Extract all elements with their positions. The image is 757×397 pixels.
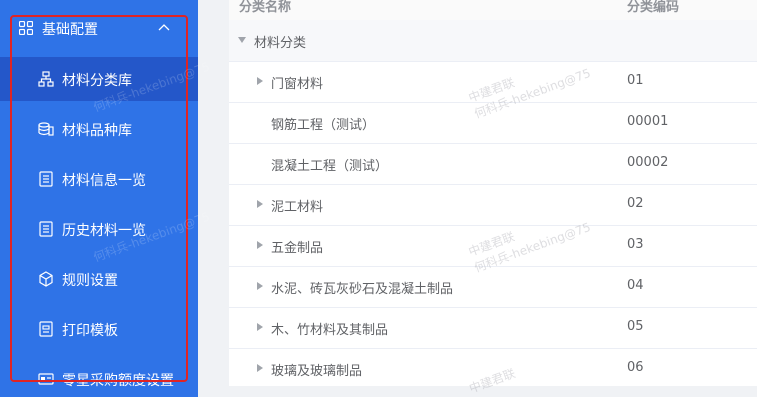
caret-right-icon[interactable]	[257, 77, 263, 85]
table-row[interactable]: 门窗材料 01	[229, 61, 757, 103]
table-row[interactable]: 五金制品 03	[229, 225, 757, 267]
caret-right-icon[interactable]	[257, 364, 263, 372]
table-header: 分类名称 分类编码	[229, 0, 757, 21]
category-name: 五金制品	[271, 241, 324, 256]
stack-icon	[38, 122, 54, 136]
sidebar: 基础配置 材料分类库 材料品种库 材料信息一览 历史材料一览 规则设置 打印模板…	[0, 0, 198, 397]
category-name: 混凝土工程（测试）	[271, 159, 389, 174]
caret-right-icon[interactable]	[257, 241, 263, 249]
caret-down-icon[interactable]	[238, 37, 246, 43]
category-code: 05	[627, 319, 644, 334]
category-table: 分类名称 分类编码 材料分类 门窗材料 01 钢筋工程（测试） 00001 混凝…	[229, 0, 757, 386]
sidebar-item-label: 材料信息一览	[62, 173, 146, 189]
category-name: 水泥、砖瓦灰砂石及混凝土制品	[271, 282, 454, 297]
cube-icon	[39, 271, 53, 287]
category-code: 06	[627, 360, 644, 375]
sidebar-item-print-template[interactable]: 打印模板	[0, 307, 198, 351]
sidebar-item-material-variety[interactable]: 材料品种库	[0, 107, 198, 151]
category-name: 木、竹材料及其制品	[271, 323, 389, 338]
column-header-code: 分类编码	[627, 0, 680, 15]
sidebar-item-material-category[interactable]: 材料分类库	[0, 57, 198, 101]
caret-right-icon[interactable]	[257, 282, 263, 290]
caret-right-icon[interactable]	[257, 200, 263, 208]
menu-group-basic-config[interactable]: 基础配置	[0, 10, 198, 48]
sidebar-item-label: 材料品种库	[62, 123, 132, 139]
table-row[interactable]: 水泥、砖瓦灰砂石及混凝土制品 04	[229, 266, 757, 308]
category-code: 00001	[627, 114, 669, 129]
category-code: 02	[627, 196, 644, 211]
category-name: 泥工材料	[271, 200, 324, 215]
sidebar-item-history-material[interactable]: 历史材料一览	[0, 207, 198, 251]
sidebar-item-label: 规则设置	[62, 273, 118, 289]
document-list-icon	[39, 221, 53, 237]
sidebar-item-label: 打印模板	[62, 323, 118, 339]
card-icon	[38, 373, 54, 385]
table-row[interactable]: 玻璃及玻璃制品 06	[229, 348, 757, 386]
column-header-name: 分类名称	[239, 0, 292, 15]
sidebar-item-label: 零星采购额度设置	[62, 373, 174, 389]
hierarchy-icon	[38, 71, 54, 87]
menu-group-label: 基础配置	[42, 22, 98, 38]
table-row[interactable]: 混凝土工程（测试） 00002	[229, 143, 757, 185]
category-code: 01	[627, 73, 644, 88]
category-name: 钢筋工程（测试）	[271, 118, 376, 133]
table-row[interactable]: 材料分类	[229, 20, 757, 62]
sidebar-item-rule-settings[interactable]: 规则设置	[0, 257, 198, 301]
sidebar-item-purchase-limit[interactable]: 零星采购额度设置	[0, 357, 198, 397]
chevron-up-icon[interactable]	[158, 22, 170, 32]
category-name: 材料分类	[254, 36, 307, 51]
document-list-icon	[39, 171, 53, 187]
category-name: 玻璃及玻璃制品	[271, 364, 363, 379]
sidebar-item-label: 历史材料一览	[62, 223, 146, 239]
table-row[interactable]: 泥工材料 02	[229, 184, 757, 226]
caret-right-icon[interactable]	[257, 323, 263, 331]
grid-icon	[19, 21, 33, 35]
table-row[interactable]: 钢筋工程（测试） 00001	[229, 102, 757, 144]
category-code: 03	[627, 237, 644, 252]
category-code: 04	[627, 278, 644, 293]
category-code: 00002	[627, 155, 669, 170]
category-name: 门窗材料	[271, 77, 324, 92]
table-row[interactable]: 木、竹材料及其制品 05	[229, 307, 757, 349]
sidebar-item-material-info[interactable]: 材料信息一览	[0, 157, 198, 201]
sidebar-item-label: 材料分类库	[62, 73, 132, 89]
template-icon	[39, 321, 53, 337]
